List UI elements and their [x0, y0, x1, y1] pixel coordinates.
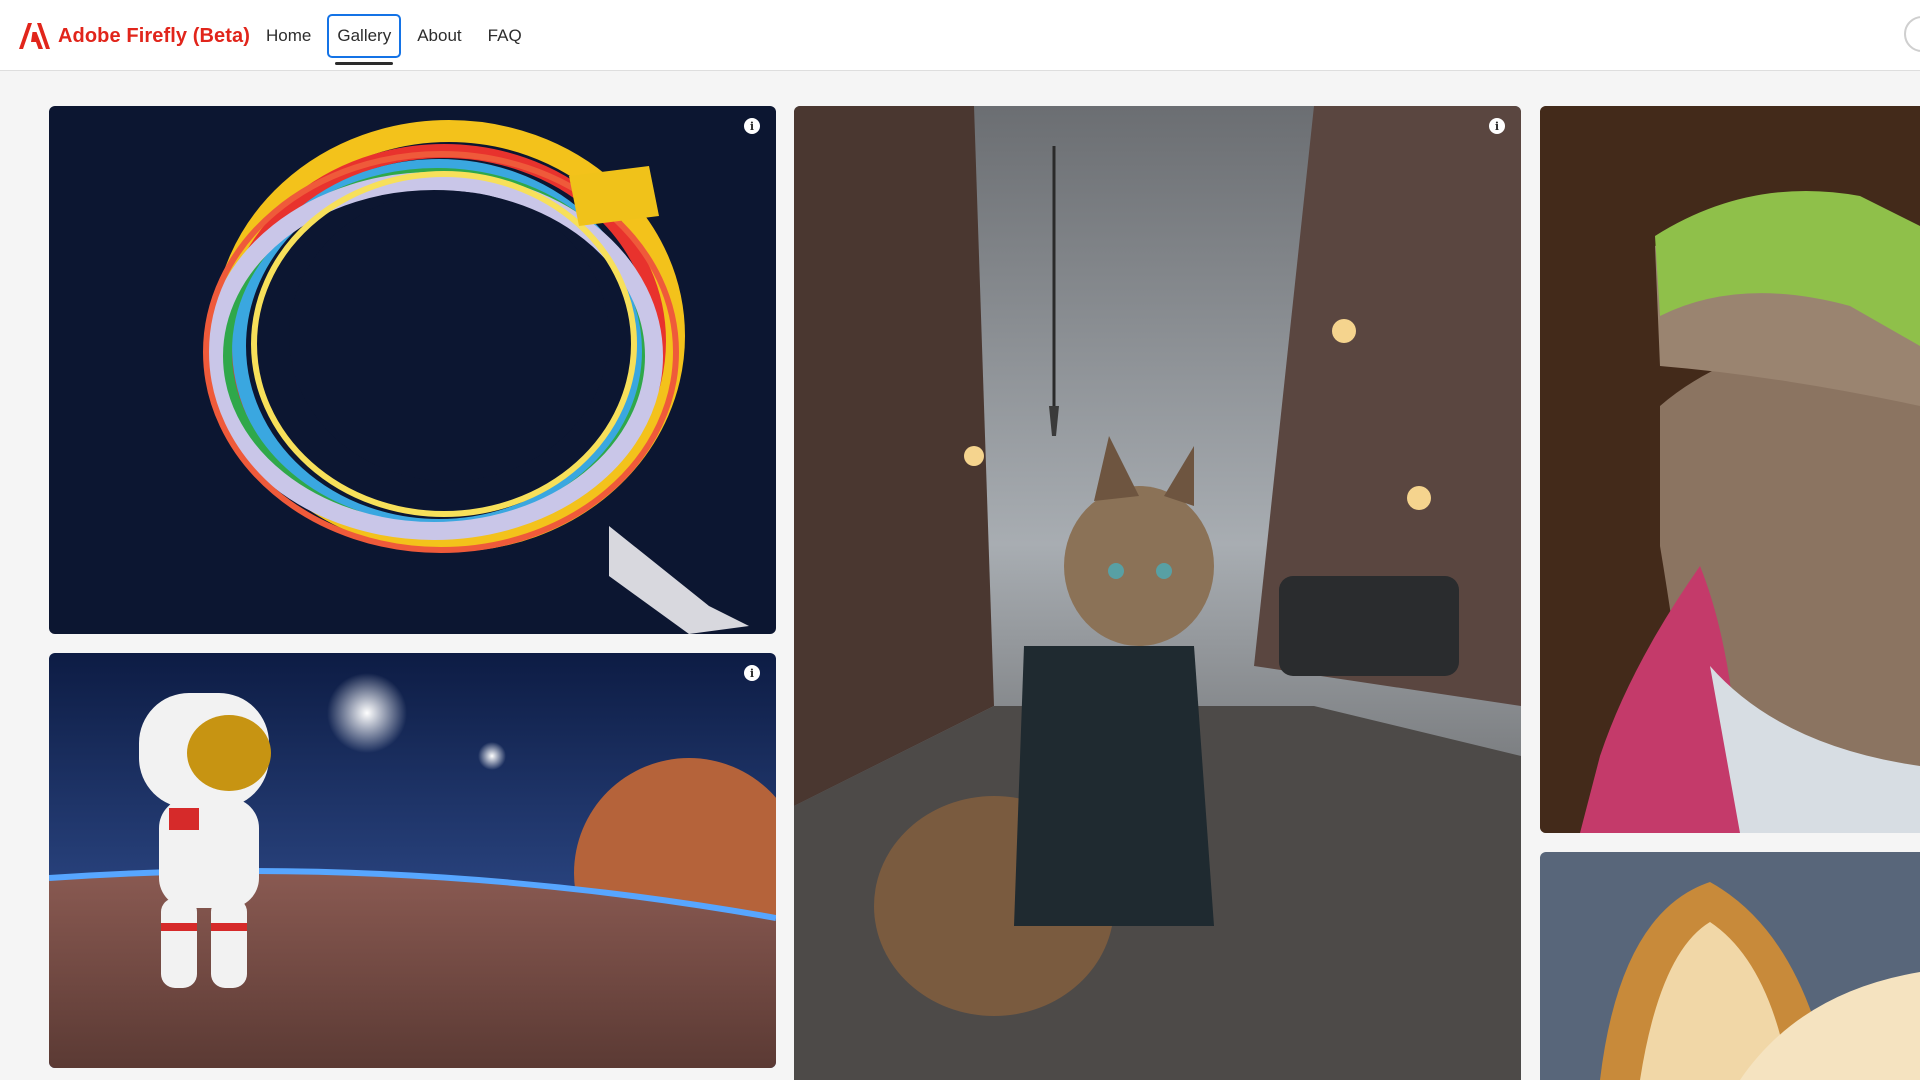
nav-faq-label: FAQ: [487, 25, 522, 45]
gallery-image: [1540, 106, 1920, 833]
top-navigation: Adobe Firefly (Beta) Home Gallery About …: [0, 0, 1920, 71]
gallery-image: [49, 653, 776, 1068]
gallery-tile-lizard[interactable]: [1540, 106, 1920, 833]
nav-home[interactable]: Home: [256, 14, 321, 58]
info-icon[interactable]: i: [744, 118, 760, 134]
avatar[interactable]: [1904, 16, 1920, 52]
main-nav: Home Gallery About FAQ: [256, 0, 538, 71]
gallery-tile-cables-q[interactable]: i: [49, 106, 776, 634]
gallery-image: [1540, 852, 1920, 1080]
gallery-tile-fluffy[interactable]: [1540, 852, 1920, 1080]
nav-about[interactable]: About: [407, 14, 471, 58]
gallery-image: [49, 106, 776, 634]
adobe-logo-icon: [19, 23, 50, 49]
nav-gallery[interactable]: Gallery: [327, 13, 402, 65]
brand[interactable]: Adobe Firefly (Beta): [19, 22, 250, 50]
brand-name: Adobe Firefly (Beta): [58, 24, 251, 47]
nav-home-label: Home: [266, 25, 312, 45]
nav-about-label: About: [417, 25, 462, 45]
info-icon[interactable]: i: [1489, 118, 1505, 134]
nav-faq[interactable]: FAQ: [478, 14, 532, 58]
nav-gallery-label: Gallery: [337, 25, 392, 45]
info-icon[interactable]: i: [744, 665, 760, 681]
gallery-tile-cat[interactable]: i: [794, 106, 1521, 1080]
gallery-tile-astronaut[interactable]: i: [49, 653, 776, 1068]
gallery-image: [794, 106, 1521, 1080]
